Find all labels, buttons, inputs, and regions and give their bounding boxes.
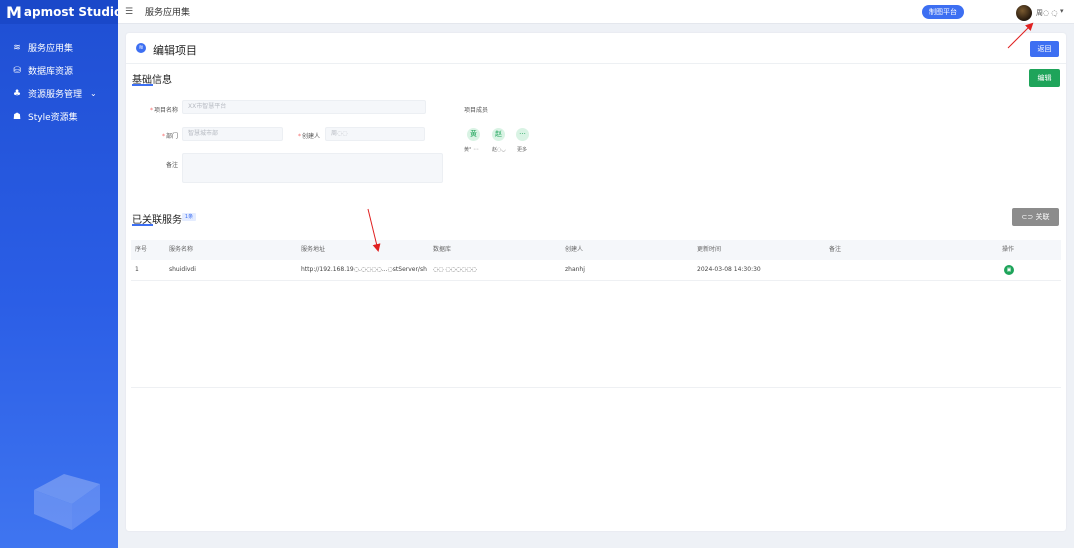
breadcrumb[interactable]: 服务应用集 bbox=[145, 5, 190, 18]
column-header: 服务地址 bbox=[301, 246, 326, 253]
edit-button[interactable]: 编辑 bbox=[1029, 69, 1060, 87]
sidebar-item-service-apps[interactable]: ≋ 服务应用集 bbox=[0, 36, 118, 59]
column-header: 服务名称 bbox=[169, 246, 194, 253]
top-bar: ☰ 服务应用集 制图平台 周◌ ◌̣ ▾ bbox=[118, 0, 1074, 24]
service-updated-time: 2024-03-08 14:30:30 bbox=[697, 266, 761, 273]
member-name: 黄° ◦◦ bbox=[464, 147, 479, 153]
section-underline bbox=[132, 224, 153, 226]
creator-label: *创建人 bbox=[297, 133, 320, 140]
sidebar-item-resource-mgmt[interactable]: ♣ 资源服务管理 ⌄ bbox=[0, 82, 118, 105]
username[interactable]: 周◌ ◌̣ bbox=[1036, 8, 1057, 18]
row-index: 1 bbox=[135, 266, 139, 273]
link-button-label: 关联 bbox=[1035, 213, 1050, 221]
mapping-platform-button[interactable]: 制图平台 bbox=[922, 5, 964, 19]
map-illustration-icon bbox=[34, 474, 100, 530]
member-name: 赵◌◡ bbox=[492, 147, 506, 153]
table-divider bbox=[131, 387, 1061, 388]
service-creator: zhanhj bbox=[565, 266, 585, 273]
chevron-down-icon[interactable]: ▾ bbox=[1060, 7, 1064, 15]
logo-mark: M bbox=[6, 2, 22, 22]
page-title: 编辑项目 bbox=[153, 44, 197, 57]
style-icon: ☗ bbox=[12, 111, 22, 122]
column-header: 更新时间 bbox=[697, 246, 722, 253]
sidebar-menu: ≋ 服务应用集 ⛁ 数据库资源 ♣ 资源服务管理 ⌄ ☗ Style资源集 bbox=[0, 36, 118, 128]
sidebar-item-style[interactable]: ☗ Style资源集 bbox=[0, 105, 118, 128]
app-name: apmost Studio bbox=[23, 5, 123, 19]
sidebar-item-label: Style资源集 bbox=[28, 113, 78, 123]
card-header: ≋ 编辑项目 返回 bbox=[126, 33, 1066, 64]
section-underline bbox=[132, 84, 153, 86]
back-button[interactable]: 返回 bbox=[1030, 41, 1059, 57]
column-header: 操作 bbox=[1002, 246, 1015, 253]
layers-icon: ≋ bbox=[13, 42, 21, 53]
sidebar: M apmost Studio ≋ 服务应用集 ⛁ 数据库资源 ♣ 资源服务管理… bbox=[0, 0, 122, 548]
department-select[interactable]: 智慧城市部 bbox=[182, 127, 283, 141]
services-table: 序号 服务名称 服务地址 数据库 创建人 更新时间 备注 操作 1 shuidi… bbox=[131, 240, 1061, 281]
service-database: ◌◌ ◌◌◌◌◌◌ bbox=[433, 266, 477, 273]
table-row[interactable]: 1 shuidivdi http://192.168.19◌.◌◌◌◌...◌s… bbox=[131, 260, 1061, 281]
remark-textarea[interactable] bbox=[182, 153, 443, 183]
service-address: http://192.168.19◌.◌◌◌◌...◌stServer/shui… bbox=[301, 266, 427, 273]
view-service-icon[interactable]: ▣ bbox=[1004, 265, 1014, 275]
column-header: 数据库 bbox=[433, 246, 452, 253]
avatar[interactable] bbox=[1016, 5, 1032, 21]
app-logo[interactable]: M apmost Studio bbox=[0, 0, 122, 24]
member-name: 更多 bbox=[517, 147, 528, 153]
column-header: 创建人 bbox=[565, 246, 584, 253]
more-members-button[interactable]: ··· bbox=[516, 128, 529, 141]
cluster-icon: ♣ bbox=[12, 88, 22, 99]
main-card: ≋ 编辑项目 返回 基础信息 编辑 *项目名称 XX市智慧平台 *部门 智慧城市… bbox=[126, 33, 1066, 531]
project-name-label: *项目名称 bbox=[149, 107, 178, 114]
creator-field[interactable]: 周◌◌ bbox=[325, 127, 425, 141]
column-header: 备注 bbox=[829, 246, 842, 253]
layers-icon: ≋ bbox=[136, 43, 146, 53]
sidebar-item-label: 数据库资源 bbox=[28, 67, 74, 77]
department-label: *部门 bbox=[161, 133, 178, 140]
count-badge: 1条 bbox=[182, 213, 196, 221]
member-avatar[interactable]: 黄 bbox=[467, 128, 480, 141]
link-icon: ⊂⊃ bbox=[1021, 213, 1034, 221]
member-avatar[interactable]: 赵 bbox=[492, 128, 505, 141]
sidebar-item-database[interactable]: ⛁ 数据库资源 bbox=[0, 59, 118, 82]
project-name-input[interactable]: XX市智慧平台 bbox=[182, 100, 426, 114]
sidebar-item-label: 服务应用集 bbox=[28, 44, 74, 54]
link-service-button[interactable]: ⊂⊃ 关联 bbox=[1012, 208, 1059, 226]
sidebar-item-label: 资源服务管理 bbox=[28, 90, 83, 100]
members-label: 项目成员 bbox=[464, 107, 489, 114]
table-header: 序号 服务名称 服务地址 数据库 创建人 更新时间 备注 操作 bbox=[131, 240, 1061, 260]
chevron-down-icon: ⌄ bbox=[90, 89, 97, 98]
menu-fold-icon[interactable]: ☰ bbox=[125, 7, 135, 17]
remark-label: 备注 bbox=[165, 162, 178, 169]
database-icon: ⛁ bbox=[13, 65, 21, 76]
column-header: 序号 bbox=[135, 246, 148, 253]
service-name: shuidivdi bbox=[169, 266, 196, 273]
